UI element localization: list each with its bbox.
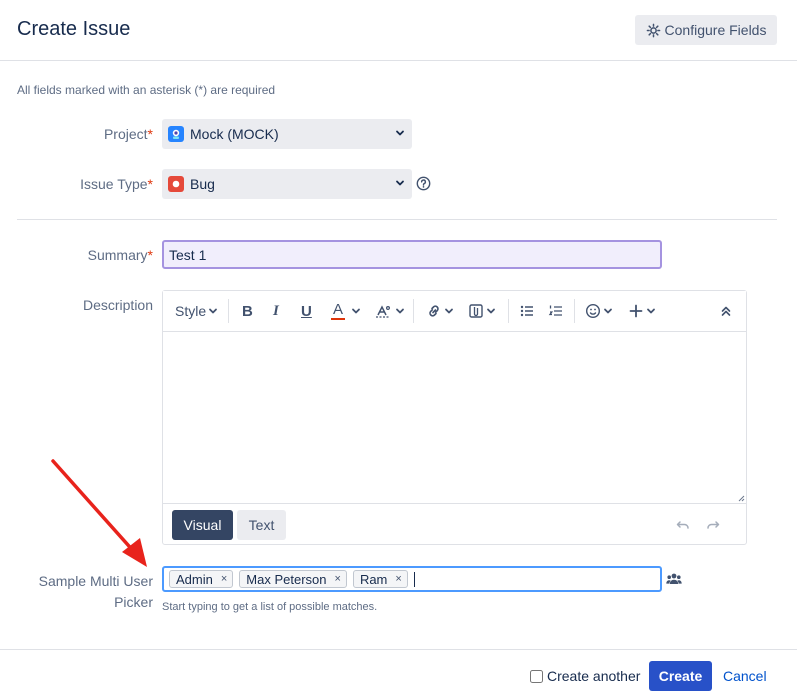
cancel-link[interactable]: Cancel [723,668,767,684]
required-asterisk: * [147,247,153,263]
undo-icon[interactable] [675,517,691,533]
project-label-text: Project [103,126,148,142]
collapse-toolbar-button[interactable] [720,299,732,323]
remove-chip-icon[interactable]: × [335,573,341,585]
issue-type-label: Issue Type* [80,176,153,192]
toolbar-separator [574,299,575,323]
text-color-button[interactable]: A [331,299,361,323]
multi-user-picker-label: Sample Multi User Picker [39,571,153,613]
attachment-icon [469,304,483,318]
bold-icon: B [242,302,253,320]
chevron-down-icon [445,308,453,314]
issue-type-select-value: Bug [190,176,215,192]
editor-toolbar: Style B I U A [163,291,746,332]
section-divider [17,219,777,220]
create-another-checkbox-wrapper[interactable]: Create another [530,668,640,684]
text-caret [413,571,415,587]
users-icon[interactable] [666,572,682,586]
issue-type-select[interactable]: Bug [162,169,412,199]
toolbar-separator [228,299,229,323]
configure-fields-label: Configure Fields [664,22,767,38]
project-avatar-icon [168,126,184,142]
insert-more-button[interactable] [629,299,656,323]
more-formatting-button[interactable] [375,299,405,323]
chevron-down-icon [604,308,612,314]
bug-icon [168,176,184,192]
text-color-letter: A [332,300,343,318]
multi-user-picker-label-line2: Picker [114,594,153,610]
required-asterisk: * [147,176,153,192]
summary-input[interactable] [162,240,662,269]
text-color-icon: A [331,300,345,320]
project-select-value: Mock (MOCK) [190,126,279,142]
remove-chip-icon[interactable]: × [395,573,401,585]
toolbar-separator [508,299,509,323]
link-button[interactable] [426,299,454,323]
text-color-bar [331,317,345,320]
user-chip-label: Admin [176,571,213,587]
project-select[interactable]: Mock (MOCK) [162,119,412,149]
resize-handle-icon[interactable] [737,494,745,502]
chevron-down-icon [209,308,218,314]
user-chip-label: Ram [359,571,388,587]
user-chip-label: Max Peterson [246,571,327,587]
emoji-icon [585,303,601,319]
toolbar-separator [413,299,414,323]
double-chevron-up-icon [721,306,731,316]
redo-icon[interactable] [705,517,721,533]
user-chip-admin: Admin × [169,570,234,588]
annotation-arrow [51,459,147,567]
chevron-down-icon [487,308,495,314]
chevron-down-icon [396,308,404,314]
bold-button[interactable]: B [242,299,253,323]
chevron-down-icon [647,308,655,314]
remove-chip-icon[interactable]: × [221,573,227,585]
dialog-title: Create Issue [17,18,131,40]
description-editor: Style B I U A Visual Text [162,290,747,545]
help-icon[interactable] [416,176,431,191]
summary-label: Summary* [88,247,153,263]
attachment-button[interactable] [468,299,496,323]
dialog-header: Create Issue Configure Fields [0,0,797,61]
link-icon [429,305,439,317]
chevron-down-icon [396,180,404,186]
numbered-list-icon [548,305,562,316]
bullet-list-button[interactable] [519,299,535,323]
required-asterisk: * [147,126,153,142]
user-chip-max-peterson: Max Peterson × [239,570,347,588]
project-label: Project* [104,126,153,142]
visual-mode-tab[interactable]: Visual [172,510,233,540]
required-fields-note: All fields marked with an asterisk (*) a… [17,83,276,97]
gear-icon [646,23,660,37]
numbered-list-button[interactable] [548,299,564,323]
bullet-list-icon [520,305,533,317]
multi-user-picker-input[interactable]: Admin × Max Peterson × Ram × [162,566,662,592]
style-dropdown-label: Style [175,303,207,319]
chevron-down-icon [352,308,360,314]
create-another-label: Create another [547,668,641,684]
italic-button[interactable]: I [273,299,279,323]
description-label: Description [82,297,153,313]
text-mode-tab[interactable]: Text [237,510,286,540]
issue-type-label-text: Issue Type [80,176,148,192]
configure-fields-button[interactable]: Configure Fields [635,15,777,45]
chevron-down-icon [396,130,404,136]
underline-icon: U [301,302,312,320]
description-textarea[interactable] [163,332,746,504]
summary-label-text: Summary [87,247,148,263]
create-button[interactable]: Create [649,661,712,691]
emoji-button[interactable] [585,299,613,323]
multi-user-picker-hint: Start typing to get a list of possible m… [162,601,378,613]
underline-button[interactable]: U [301,299,312,323]
plus-icon [629,304,643,318]
multi-user-picker-label-line1: Sample Multi User [38,573,153,589]
create-another-checkbox[interactable] [530,669,543,683]
italic-icon: I [273,302,279,319]
style-dropdown[interactable]: Style [175,299,218,323]
more-formatting-icon [376,305,391,318]
user-chip-ram: Ram × [352,570,408,588]
